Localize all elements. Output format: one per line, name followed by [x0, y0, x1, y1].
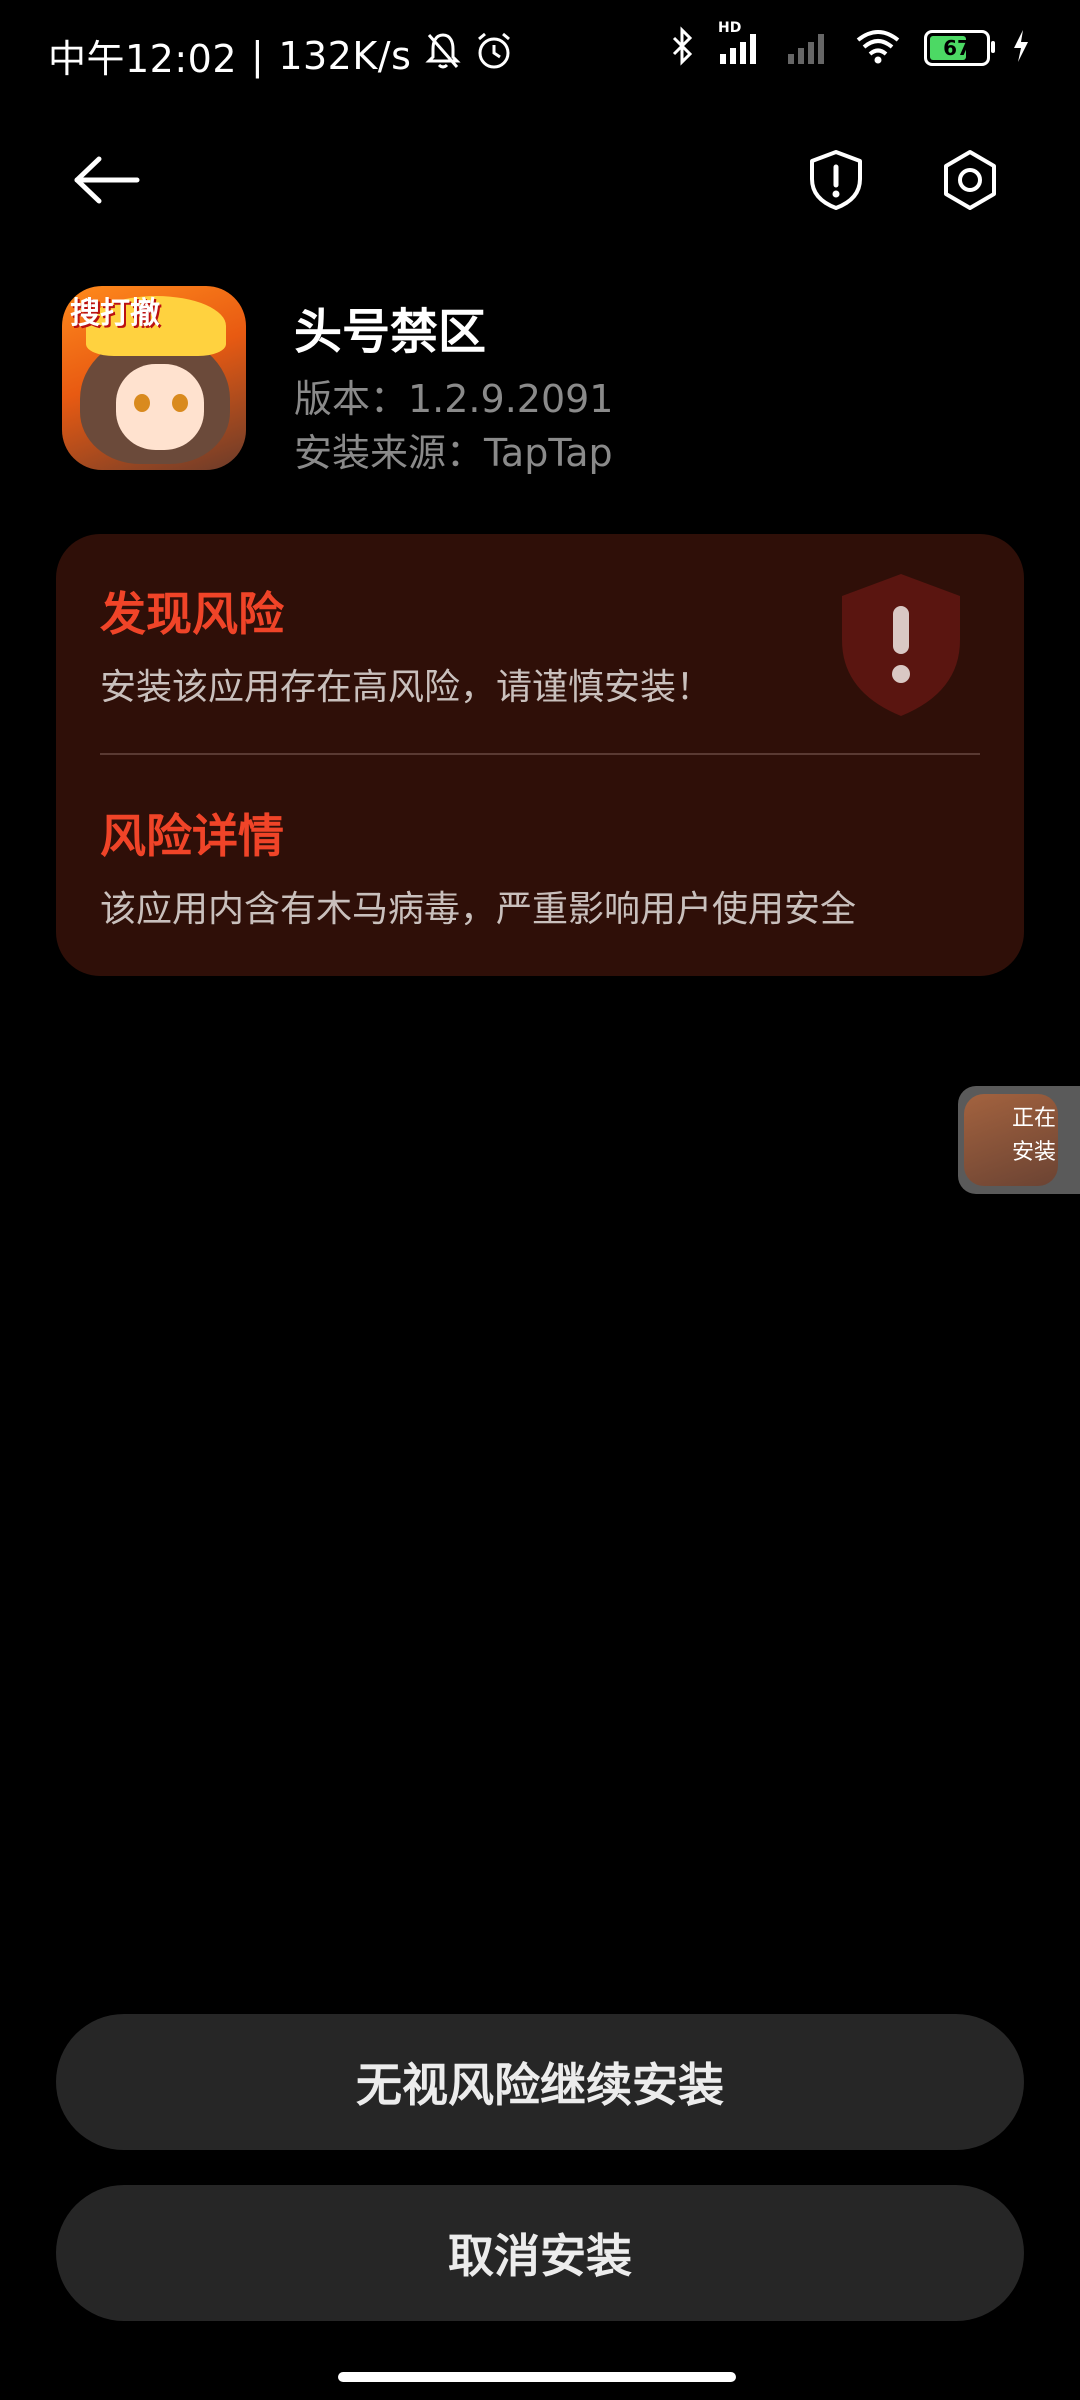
- installing-bubble[interactable]: 正在 安装: [958, 1086, 1080, 1194]
- home-indicator[interactable]: [338, 2372, 736, 2382]
- risk-title: 发现风险: [100, 587, 284, 641]
- cancel-install-button[interactable]: 取消安装: [56, 2185, 1024, 2321]
- installing-label: 正在 安装: [994, 1102, 1074, 1170]
- app-info: 搜打撤 头号禁区 版本：1.2.9.2091 安装来源：TapTap: [62, 286, 1022, 476]
- app-name: 头号禁区: [294, 304, 487, 360]
- app-icon: 搜打撤: [62, 286, 246, 470]
- status-net-speed: 132K/s: [278, 33, 412, 78]
- battery-level: 67: [943, 36, 971, 60]
- battery-icon: 67: [924, 30, 995, 66]
- risk-shield-icon: [842, 574, 960, 716]
- app-icon-logo: 搜打撤: [70, 296, 160, 331]
- risk-divider: [100, 753, 980, 755]
- gear-icon: [944, 150, 996, 210]
- alarm-icon: [475, 31, 513, 80]
- status-right: HD 67: [670, 20, 1030, 70]
- app-version: 版本：1.2.9.2091: [294, 377, 614, 421]
- wifi-icon: [854, 26, 902, 70]
- app-source: 安装来源：TapTap: [294, 431, 613, 475]
- risk-detail-title: 风险详情: [100, 809, 284, 863]
- status-time: 中午12:02: [48, 37, 238, 81]
- back-button[interactable]: [66, 140, 146, 220]
- security-shield-button[interactable]: [796, 140, 876, 220]
- mute-bell-icon: [425, 31, 462, 80]
- status-separator: |: [251, 33, 265, 78]
- settings-button[interactable]: [930, 140, 1010, 220]
- back-arrow-icon: [74, 156, 140, 204]
- status-bar: 中午12:02 | 132K/s HD 67: [0, 0, 1080, 110]
- signal-hd-icon: HD: [718, 20, 764, 70]
- bluetooth-icon: [670, 26, 696, 70]
- shield-icon: [810, 150, 862, 210]
- status-left: 中午12:02 | 132K/s: [48, 28, 513, 83]
- signal-icon: [786, 26, 832, 70]
- installing-label-line1: 正在: [1011, 1106, 1056, 1131]
- risk-description: 安装该应用存在高风险，请谨慎安装！: [100, 667, 713, 708]
- top-bar: [0, 120, 1080, 240]
- charging-icon: [1012, 28, 1030, 68]
- risk-card: 发现风险 安装该应用存在高风险，请谨慎安装！ 风险详情 该应用内含有木马病毒，严…: [56, 534, 1024, 976]
- risk-detail-description: 该应用内含有木马病毒，严重影响用户使用安全: [100, 889, 857, 930]
- installing-label-line2: 安装: [1011, 1140, 1056, 1165]
- hd-label: HD: [718, 20, 742, 36]
- continue-install-button[interactable]: 无视风险继续安装: [56, 2014, 1024, 2150]
